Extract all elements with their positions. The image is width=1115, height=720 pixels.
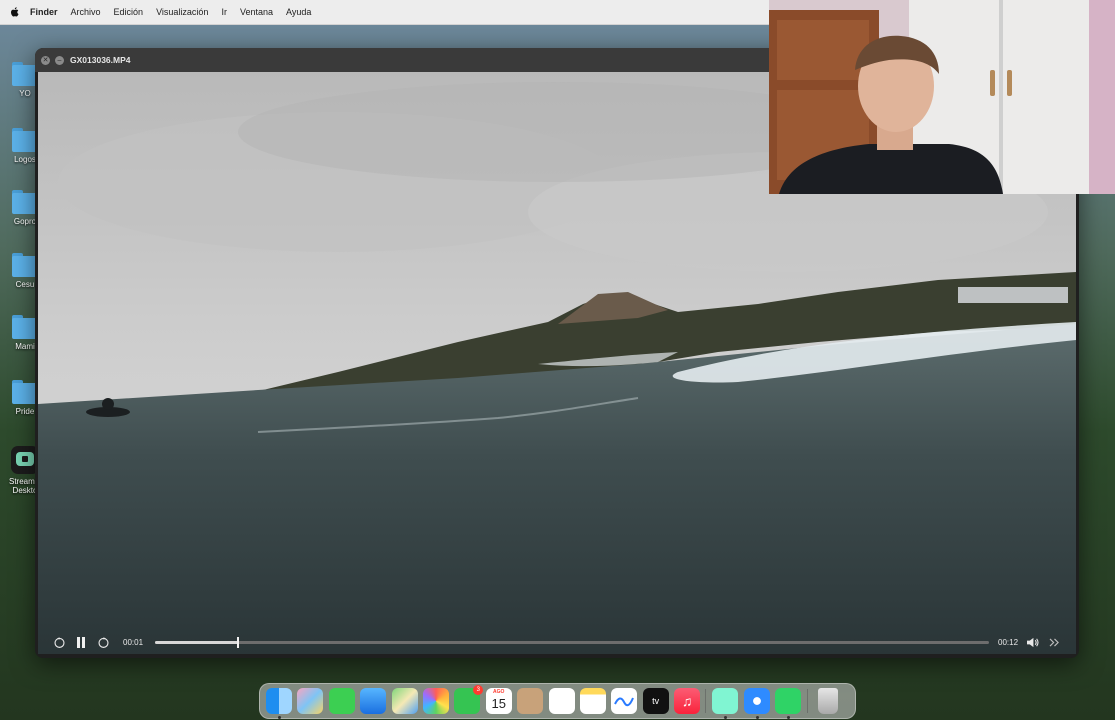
calendar-day: 15: [491, 696, 506, 711]
dock: 3 AGO 15 tv ♫: [259, 683, 856, 719]
safari-icon[interactable]: [743, 688, 770, 719]
streamlabs-icon[interactable]: [712, 688, 739, 719]
menu-ventana[interactable]: Ventana: [240, 7, 273, 17]
pause-icon: [77, 636, 85, 648]
playhead[interactable]: [237, 636, 240, 648]
forward-15-icon: [97, 636, 109, 648]
notes-icon[interactable]: [579, 688, 606, 714]
speaker-icon: [1026, 637, 1039, 647]
menu-archivo[interactable]: Archivo: [71, 7, 101, 17]
finder-icon[interactable]: [266, 688, 292, 719]
trash-icon[interactable]: [817, 688, 838, 714]
menu-visualizacion[interactable]: Visualización: [156, 7, 208, 17]
total-time: 00:12: [998, 637, 1019, 647]
dock-separator: [705, 689, 707, 713]
facetime-icon[interactable]: 3: [454, 685, 484, 714]
more-options-button[interactable]: [1046, 634, 1062, 650]
minimize-button[interactable]: –: [55, 55, 64, 65]
menu-ir[interactable]: Ir: [221, 7, 227, 17]
progress-fill: [155, 640, 239, 644]
calendar-icon[interactable]: AGO 15: [485, 688, 512, 714]
skip-back-button[interactable]: [51, 634, 67, 650]
freeform-squiggle-icon: [614, 697, 635, 707]
maps-icon[interactable]: [391, 688, 418, 714]
volume-button[interactable]: [1024, 634, 1040, 650]
reminders-icon[interactable]: [548, 688, 575, 714]
launchpad-icon[interactable]: [297, 688, 324, 714]
menu-finder[interactable]: Finder: [30, 7, 58, 17]
minimize-icon: –: [57, 56, 62, 64]
contacts-icon[interactable]: [517, 688, 544, 714]
freeform-icon[interactable]: [611, 688, 638, 714]
apple-logo-icon[interactable]: [9, 6, 21, 18]
playback-controls: 00:01 00:12: [35, 630, 1079, 654]
pause-button[interactable]: [73, 634, 89, 650]
close-button[interactable]: ✕: [41, 55, 50, 65]
whatsapp-icon[interactable]: [775, 688, 802, 719]
music-icon[interactable]: ♫: [674, 688, 701, 714]
dock-separator: [806, 689, 808, 713]
close-icon: ✕: [42, 56, 49, 64]
rewind-15-icon: [53, 636, 65, 648]
webcam-feed: [769, 0, 1115, 194]
skip-forward-button[interactable]: [95, 634, 111, 650]
menu-ayuda[interactable]: Ayuda: [286, 7, 311, 17]
photos-icon[interactable]: [422, 688, 449, 714]
apple-tv-icon[interactable]: tv: [642, 688, 669, 714]
mail-icon[interactable]: [360, 688, 387, 714]
chevron-double-right-icon: [1049, 637, 1059, 647]
calendar-month: AGO: [493, 689, 505, 695]
progress-scrubber[interactable]: [155, 636, 990, 648]
messages-icon[interactable]: [328, 688, 355, 714]
notification-badge: 3: [473, 685, 484, 695]
apple-tv-label: tv: [652, 696, 660, 706]
window-title: GX013036.MP4: [70, 55, 131, 65]
webcam-overlay: [769, 0, 1115, 194]
menu-edicion[interactable]: Edición: [114, 7, 144, 17]
current-time: 00:01: [123, 637, 144, 647]
